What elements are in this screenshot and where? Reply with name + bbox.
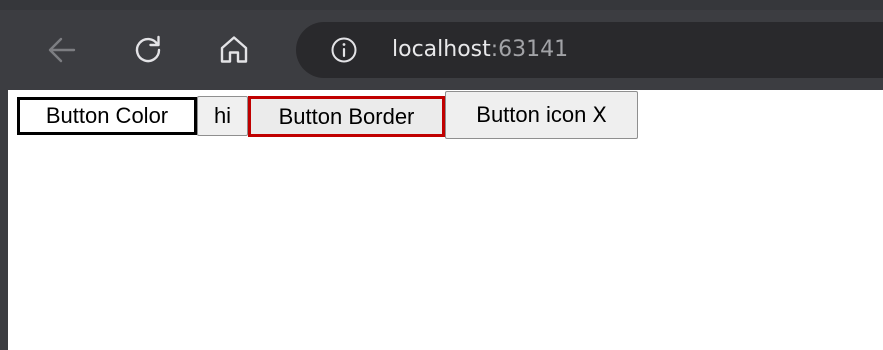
tab-strip: [0, 0, 883, 10]
home-button[interactable]: [214, 30, 254, 70]
browser-toolbar: localhost:63141: [0, 10, 883, 90]
back-button[interactable]: [42, 30, 82, 70]
page-content: Button Color hi Button Border Button ico…: [8, 90, 883, 350]
info-circle-icon[interactable]: [330, 36, 358, 64]
url-host: localhost: [392, 37, 491, 62]
reload-icon: [135, 35, 161, 63]
hi-button-label: hi: [213, 103, 232, 128]
button-color[interactable]: Button Color: [17, 97, 197, 135]
button-border-label: Button Border: [278, 103, 415, 129]
button-border[interactable]: Button Border: [248, 96, 445, 137]
url-port: :63141: [490, 37, 569, 62]
browser-window: localhost:63141 Button Color hi Button B…: [0, 0, 883, 350]
arrow-left-icon: [48, 37, 76, 63]
url-text[interactable]: localhost:63141: [392, 35, 568, 65]
address-bar[interactable]: localhost:63141: [296, 22, 883, 78]
reload-button[interactable]: [128, 30, 168, 70]
button-icon[interactable]: Button icon X: [445, 91, 638, 139]
x-icon: X: [592, 103, 607, 127]
home-icon: [220, 36, 248, 63]
button-icon-label: Button icon: [476, 102, 587, 127]
window-frame-left: [0, 90, 8, 350]
hi-button[interactable]: hi: [197, 96, 248, 136]
button-color-label: Button Color: [45, 103, 169, 128]
